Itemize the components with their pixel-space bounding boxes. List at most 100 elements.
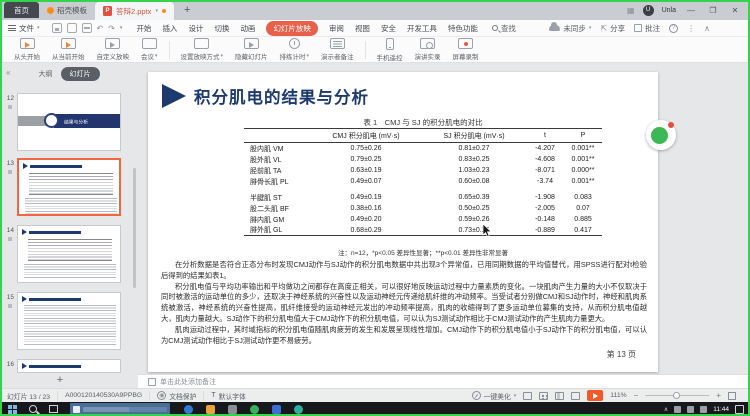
slides-tab[interactable]: 幻灯片 <box>61 67 100 81</box>
one-click-beautify-button[interactable]: 一键美化 ▾ <box>472 391 517 401</box>
menu-slideshow-active[interactable]: 幻灯片放映 <box>266 21 318 36</box>
quickbar-caret-icon[interactable]: ▾ <box>120 25 123 31</box>
slide-indicator-icon <box>8 170 12 174</box>
template-code: A000120140530A9PPBG <box>58 391 150 401</box>
network-icon[interactable] <box>687 406 694 413</box>
meeting-icon <box>142 38 157 49</box>
file-menu[interactable]: 文件 ▾ <box>0 23 46 34</box>
menu-insert[interactable]: 插入 <box>162 23 177 34</box>
notes-view-icon[interactable] <box>571 392 580 400</box>
redo-icon[interactable]: ↷ <box>108 24 115 33</box>
menu-animation[interactable]: 动画 <box>240 23 255 34</box>
slide-thumbnail-12[interactable]: 结果与分析 <box>17 93 121 151</box>
zoom-out-icon[interactable]: − <box>634 391 639 400</box>
file-explorer-icon[interactable] <box>206 405 215 414</box>
notification-center-icon[interactable] <box>735 405 744 414</box>
find-button[interactable]: 查找 <box>492 23 516 34</box>
task-view-icon[interactable] <box>49 405 58 413</box>
table-row: 股外肌 VL 0.79±0.25 0.83±0.25 -4.608 0.001*… <box>244 154 602 165</box>
zoom-slider[interactable] <box>645 395 709 396</box>
zoom-in-icon[interactable]: + <box>716 391 721 400</box>
floating-assistant-icon[interactable] <box>646 120 676 150</box>
rehearse-timing-button[interactable]: 排练计时▾ <box>274 38 316 62</box>
minimize-button[interactable]: — <box>684 6 698 15</box>
share-button[interactable]: ⇱ 分享 <box>600 23 625 34</box>
undo-icon[interactable]: ↶ <box>97 24 104 33</box>
document-tab[interactable]: P 答辩2.pptx ▾ <box>95 2 174 20</box>
mini-title-triangle <box>23 163 28 169</box>
app-icon[interactable] <box>272 405 281 414</box>
play-from-current-button[interactable]: 从当前开始 <box>46 38 91 62</box>
taskbar-search-icon[interactable] <box>29 405 37 413</box>
edge-browser-icon[interactable] <box>184 405 193 414</box>
volume-icon[interactable] <box>700 406 707 413</box>
help-icon[interactable]: ? <box>669 24 678 33</box>
school-logo-icon <box>44 113 59 128</box>
notes-bar[interactable]: 单击此处添加备注 <box>138 374 750 388</box>
tab-caret-icon: ▾ <box>155 8 158 14</box>
setup-show-icon <box>194 38 209 49</box>
export-icon[interactable] <box>67 23 77 33</box>
save-icon[interactable] <box>52 23 62 33</box>
slide-sorter-view-icon[interactable] <box>539 392 548 400</box>
menu-security[interactable]: 安全 <box>381 23 396 34</box>
phone-remote-button[interactable]: 手机遥控 <box>371 38 409 62</box>
default-font-toggle[interactable]: T 默认字体 <box>204 391 252 401</box>
presenter-notes-button[interactable]: 演示者备注 <box>315 38 360 62</box>
print-icon[interactable] <box>82 23 92 33</box>
custom-show-button[interactable]: 自定义放映 <box>91 38 136 62</box>
template-tab[interactable]: 稻壳模板 <box>39 2 95 18</box>
active-app-button[interactable] <box>70 403 170 415</box>
zoom-level[interactable]: 111% <box>610 392 626 399</box>
slide-canvas[interactable]: 积分肌电的结果与分析 表 1 CMJ 与 SJ 的积分肌电的对比 CMJ 积分肌… <box>148 72 658 372</box>
slideshow-play-button[interactable] <box>587 390 603 401</box>
menu-view[interactable]: 视图 <box>355 23 370 34</box>
slide-thumbnail-15[interactable] <box>17 292 121 350</box>
slide-number: 15 <box>4 294 14 301</box>
app-icon[interactable] <box>294 405 303 414</box>
slide-thumbnail-14[interactable] <box>17 225 121 283</box>
fit-slide-icon[interactable] <box>728 392 736 400</box>
home-tab[interactable]: 首页 <box>4 2 39 18</box>
menu-features[interactable]: 特色功能 <box>448 23 478 34</box>
lecture-record-button[interactable]: 演讲实录 <box>409 38 447 62</box>
close-button[interactable]: ✕ <box>728 6 742 15</box>
menu-transition[interactable]: 切换 <box>214 23 229 34</box>
apps-grid-icon[interactable]: ▦ <box>627 6 635 15</box>
restore-button[interactable]: ❐ <box>706 6 720 15</box>
outline-tab[interactable]: 大纲 <box>39 69 53 79</box>
start-button[interactable] <box>8 405 17 414</box>
collapse-ribbon-icon[interactable]: ∧ <box>704 24 710 33</box>
sync-status[interactable]: 未同步 ▾ <box>549 23 591 34</box>
hide-slide-button[interactable]: 隐藏幻灯片 <box>229 38 274 62</box>
slide-title: 积分肌电的结果与分析 <box>194 84 369 108</box>
menu-review[interactable]: 审阅 <box>329 23 344 34</box>
tray-icon[interactable] <box>674 406 681 413</box>
play-from-beginning-button[interactable]: 从头开始 <box>8 38 46 62</box>
comment-button[interactable]: 批注 <box>634 23 660 34</box>
slide-thumbnail-16[interactable] <box>17 359 121 373</box>
reading-view-icon[interactable] <box>555 392 564 400</box>
new-tab-button[interactable]: + <box>184 5 190 16</box>
menu-start[interactable]: 开始 <box>136 23 151 34</box>
more-options-icon[interactable]: ⋮ <box>687 24 695 33</box>
menu-devtools[interactable]: 开发工具 <box>407 23 437 34</box>
user-avatar[interactable]: U <box>643 5 654 16</box>
document-protect-toggle[interactable]: ◉ 文档保护 <box>150 391 204 401</box>
normal-view-icon[interactable] <box>523 392 532 400</box>
app-icon[interactable] <box>250 405 259 414</box>
font-icon: T <box>211 392 215 399</box>
screen-record-button[interactable]: 屏幕录制 <box>447 38 485 62</box>
setup-show-button[interactable]: 设置放映方式▾ <box>175 38 230 62</box>
meeting-button[interactable]: 会议▾ <box>135 38 164 62</box>
clock[interactable]: 11:44 <box>713 406 729 413</box>
app-icon[interactable] <box>228 405 237 414</box>
zoom-slider-knob[interactable] <box>673 392 680 399</box>
slide-thumbnail-13-selected[interactable] <box>17 158 121 216</box>
add-slide-button[interactable]: + <box>50 374 70 388</box>
table-header-row: CMJ 积分肌电 (mV·s) SJ 积分肌电 (mV·s) t P <box>244 129 602 143</box>
slide-indicator-icon <box>8 304 12 308</box>
panel-scrollbar[interactable] <box>133 168 136 288</box>
tray-expand-icon[interactable]: ∧ <box>664 406 668 413</box>
menu-design[interactable]: 设计 <box>188 23 203 34</box>
